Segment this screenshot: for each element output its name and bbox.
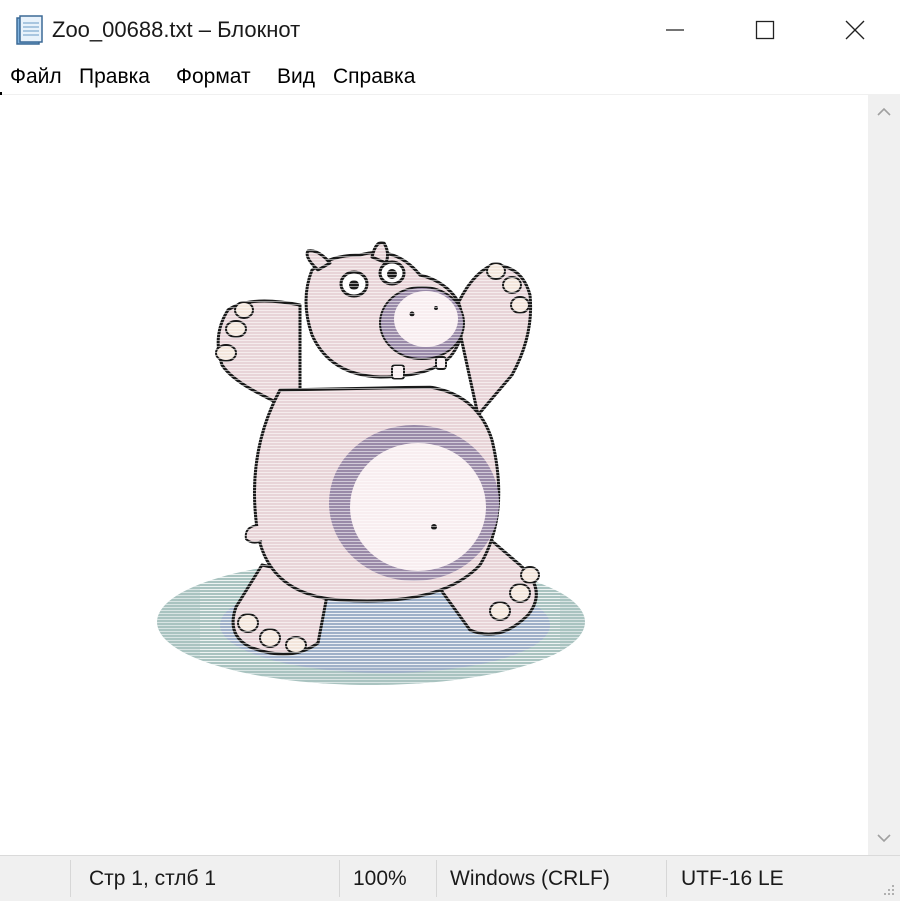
- menu-help[interactable]: Справка: [333, 62, 415, 92]
- menu-format[interactable]: Формат: [176, 62, 251, 92]
- maximize-icon: [755, 20, 775, 40]
- minimize-icon: [666, 29, 684, 31]
- menu-bar: Файл Правка Формат Вид Справка: [0, 60, 900, 95]
- menu-view[interactable]: Вид: [277, 62, 315, 92]
- notepad-window: Zoo_00688.txt – Блокнот Файл Правка Форм…: [0, 0, 900, 901]
- status-separator: [666, 860, 667, 897]
- status-line-endings: Windows (CRLF): [450, 867, 610, 890]
- resize-grip-icon[interactable]: [880, 881, 896, 897]
- notepad-icon: [16, 15, 43, 45]
- status-bar: Стр 1, стлб 1 100% Windows (CRLF) UTF-16…: [0, 855, 900, 901]
- chevron-down-icon: [877, 834, 891, 843]
- maximize-button[interactable]: [720, 0, 810, 60]
- title-bar[interactable]: Zoo_00688.txt – Блокнот: [0, 0, 900, 60]
- menu-file[interactable]: Файл: [10, 62, 62, 92]
- status-separator: [339, 860, 340, 897]
- close-button[interactable]: [810, 0, 900, 60]
- status-cursor-position: Стр 1, стлб 1: [89, 867, 217, 890]
- status-encoding: UTF-16 LE: [681, 867, 784, 890]
- hippo-ascii-art: [157, 235, 585, 685]
- close-icon: [845, 20, 865, 40]
- minimize-button[interactable]: [630, 0, 720, 60]
- text-editor-area[interactable]: [0, 95, 868, 855]
- scroll-up-button[interactable]: [868, 95, 900, 129]
- window-title: Zoo_00688.txt – Блокнот: [52, 17, 301, 42]
- scroll-down-button[interactable]: [868, 821, 900, 855]
- vertical-scrollbar[interactable]: [868, 95, 900, 855]
- menu-edit[interactable]: Правка: [79, 62, 150, 92]
- status-separator: [436, 860, 437, 897]
- status-separator: [70, 860, 71, 897]
- chevron-up-icon: [877, 107, 891, 116]
- status-zoom: 100%: [353, 867, 407, 890]
